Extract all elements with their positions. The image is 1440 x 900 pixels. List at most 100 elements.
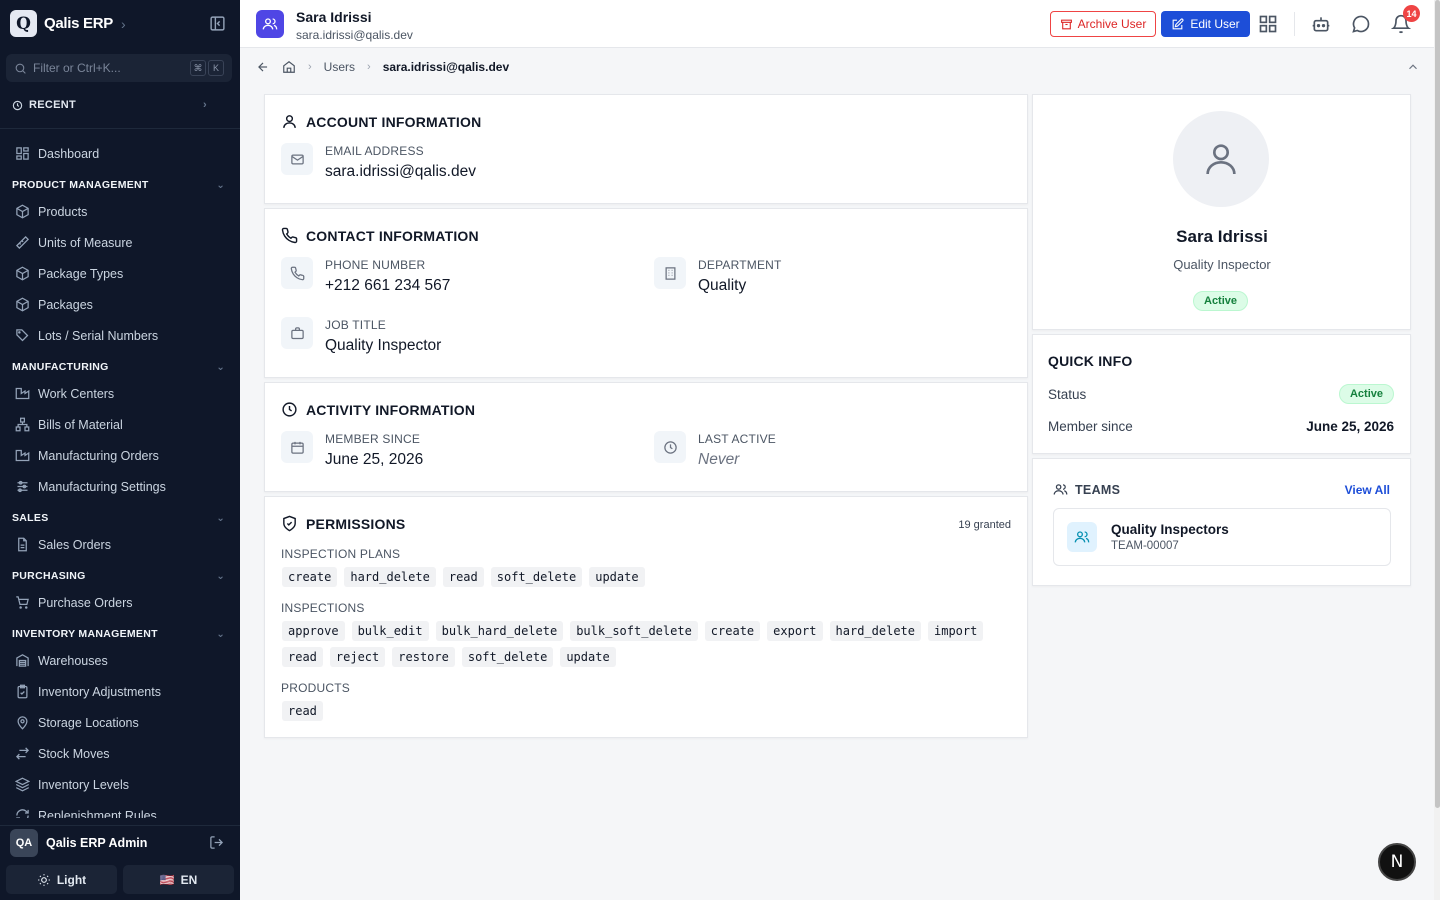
chevron-right-icon: › bbox=[203, 99, 207, 111]
nav-item-label: Units of Measure bbox=[38, 235, 133, 250]
kbd-k: K bbox=[208, 60, 224, 76]
recent-toggle[interactable]: RECENT › bbox=[12, 99, 207, 111]
nav-item-packages[interactable]: Packages bbox=[0, 289, 240, 320]
filter-input[interactable] bbox=[33, 61, 183, 75]
job-title-field: JOB TITLE Quality Inspector bbox=[281, 317, 441, 355]
field-label: MEMBER SINCE bbox=[325, 432, 421, 446]
nav-section-title: INVENTORY MANAGEMENT bbox=[12, 628, 158, 640]
floating-dev-button[interactable]: N bbox=[1378, 843, 1416, 881]
nav-item-bills-of-material[interactable]: Bills of Material bbox=[0, 409, 240, 440]
avatar: QA bbox=[10, 828, 38, 857]
card-title: CONTACT INFORMATION bbox=[306, 227, 479, 244]
topbar: Sara Idrissi sara.idrissi@qalis.dev Arch… bbox=[240, 0, 1434, 48]
nav-item-stock-moves[interactable]: Stock Moves bbox=[0, 738, 240, 769]
footer-buttons: Light 🇺🇸 EN bbox=[6, 865, 234, 894]
nav-item-purchase-orders[interactable]: Purchase Orders bbox=[0, 587, 240, 618]
permission-tag: import bbox=[928, 621, 984, 641]
nav-item-sales-orders[interactable]: Sales Orders bbox=[0, 529, 240, 560]
nav-item-manufacturing-settings[interactable]: Manufacturing Settings bbox=[0, 471, 240, 502]
chevron-up-icon[interactable] bbox=[1406, 60, 1420, 74]
nav-item-label: Sales Orders bbox=[38, 537, 111, 552]
theme-toggle-button[interactable]: Light bbox=[6, 865, 117, 894]
nav-section-sales[interactable]: SALES ⌄ bbox=[0, 507, 240, 529]
permissions-card: PERMISSIONS 19 granted INSPECTION PLANS … bbox=[264, 496, 1028, 738]
edit-icon bbox=[1172, 17, 1184, 29]
apps-grid-icon[interactable] bbox=[1258, 14, 1278, 34]
user-name: Qalis ERP Admin bbox=[46, 835, 148, 850]
view-all-link[interactable]: View All bbox=[1345, 483, 1390, 497]
status-badge: Active bbox=[1338, 384, 1394, 404]
permission-tag: create bbox=[704, 621, 761, 641]
sidebar: Q Qalis ERP › ⌘ K RECENT › Dashboard PRO… bbox=[0, 0, 240, 900]
nav-item-warehouses[interactable]: Warehouses bbox=[0, 645, 240, 676]
account-info-card: ACCOUNT INFORMATION EMAIL ADDRESS sara.i… bbox=[264, 94, 1028, 204]
logout-icon[interactable] bbox=[209, 835, 224, 850]
units-of-measure-icon bbox=[15, 235, 30, 250]
search-icon bbox=[15, 63, 26, 74]
nav-item-units-of-measure[interactable]: Units of Measure bbox=[0, 227, 240, 258]
nav-item-products[interactable]: Products bbox=[0, 196, 240, 227]
team-item[interactable]: Quality Inspectors TEAM-00007 bbox=[1053, 508, 1391, 566]
users-icon bbox=[256, 10, 284, 38]
field-label: DEPARTMENT bbox=[698, 258, 782, 272]
permission-tag: update bbox=[589, 567, 645, 587]
brand[interactable]: Q Qalis ERP › bbox=[10, 10, 126, 37]
nav-item-replenishment-rules[interactable]: Replenishment Rules bbox=[0, 800, 240, 818]
products-icon bbox=[16, 204, 29, 219]
nav-item-lots-serial-numbers[interactable]: Lots / Serial Numbers bbox=[0, 320, 240, 351]
member-since-field: MEMBER SINCE June 25, 2026 bbox=[281, 431, 423, 469]
status-badge: Active bbox=[1193, 291, 1249, 311]
profile-role: Quality Inspector bbox=[1173, 257, 1271, 272]
nav-item-work-centers[interactable]: Work Centers bbox=[0, 378, 240, 409]
language-button[interactable]: 🇺🇸 EN bbox=[123, 865, 234, 894]
edit-user-button[interactable]: Edit User bbox=[1161, 11, 1250, 37]
chevron-down-icon: ⌄ bbox=[216, 628, 225, 640]
nav-section-product-management[interactable]: PRODUCT MANAGEMENT ⌄ bbox=[0, 174, 240, 196]
packages-icon bbox=[16, 297, 29, 312]
team-code: TEAM-00007 bbox=[1111, 540, 1179, 552]
permission-tag: read bbox=[282, 701, 323, 721]
field-value: Quality Inspector bbox=[325, 337, 442, 354]
phone-icon bbox=[281, 227, 298, 244]
nav-item-label: Package Types bbox=[38, 266, 124, 281]
nav-section-manufacturing[interactable]: MANUFACTURING ⌄ bbox=[0, 356, 240, 378]
nav-item-inventory-adjustments[interactable]: Inventory Adjustments bbox=[0, 676, 240, 707]
manufacturing-settings-icon bbox=[17, 480, 28, 493]
user-icon bbox=[283, 115, 296, 128]
nav-section-inventory-management[interactable]: INVENTORY MANAGEMENT ⌄ bbox=[0, 623, 240, 645]
permission-tag: export bbox=[767, 621, 823, 641]
chevron-down-icon: ⌄ bbox=[216, 361, 225, 373]
card-header: ACTIVITY INFORMATION bbox=[281, 401, 475, 418]
nav-item-inventory-levels[interactable]: Inventory Levels bbox=[0, 769, 240, 800]
nav-item-manufacturing-orders[interactable]: Manufacturing Orders bbox=[0, 440, 240, 471]
nav-item-package-types[interactable]: Package Types bbox=[0, 258, 240, 289]
nav-item-dashboard[interactable]: Dashboard bbox=[0, 138, 240, 169]
phone-icon bbox=[281, 257, 313, 289]
last-active-field: LAST ACTIVE Never bbox=[654, 431, 776, 469]
breadcrumb: › Users › sara.idrissi@qalis.dev bbox=[240, 48, 1434, 86]
breadcrumb-current: sara.idrissi@qalis.dev bbox=[382, 60, 510, 74]
nav-item-label: Manufacturing Orders bbox=[38, 448, 159, 463]
breadcrumb-users-link[interactable]: Users bbox=[324, 60, 355, 74]
nav-section-title: PURCHASING bbox=[12, 570, 86, 582]
archive-user-button[interactable]: Archive User bbox=[1050, 11, 1156, 37]
clock-icon bbox=[12, 100, 23, 110]
card-header: CONTACT INFORMATION bbox=[281, 227, 479, 244]
card-title: ACCOUNT INFORMATION bbox=[306, 113, 482, 130]
inventory-levels-icon bbox=[15, 777, 30, 792]
user-footer[interactable]: QA Qalis ERP Admin bbox=[0, 825, 240, 859]
nav-item-label: Warehouses bbox=[38, 653, 108, 668]
scrollbar-thumb[interactable] bbox=[1435, 0, 1440, 808]
perm-group-label: INSPECTIONS bbox=[281, 601, 365, 615]
nav-item-storage-locations[interactable]: Storage Locations bbox=[0, 707, 240, 738]
calendar-icon bbox=[281, 431, 313, 463]
quick-info-card: QUICK INFO Status Active Member since Ju… bbox=[1032, 334, 1411, 454]
bot-icon[interactable] bbox=[1311, 14, 1331, 34]
chat-icon[interactable] bbox=[1351, 14, 1371, 34]
sidebar-toggle-icon[interactable] bbox=[209, 15, 226, 32]
back-arrow-icon[interactable] bbox=[256, 60, 270, 74]
home-icon[interactable] bbox=[282, 60, 296, 74]
status-label: Status bbox=[1048, 386, 1087, 402]
nav-section-purchasing[interactable]: PURCHASING ⌄ bbox=[0, 565, 240, 587]
permission-tag: update bbox=[560, 647, 616, 667]
